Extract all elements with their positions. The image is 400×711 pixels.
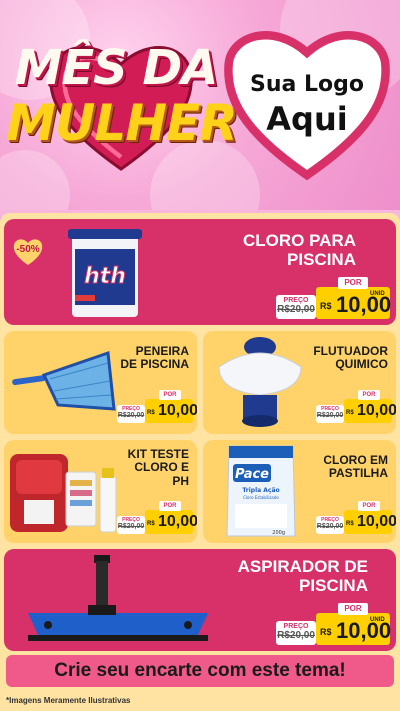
product-name-line: KIT TESTE — [127, 447, 189, 461]
product-card[interactable]: KIT TESTE CLORO E PH PREÇO R$20,00 POR R… — [4, 440, 197, 543]
product-name: KIT TESTE CLORO E PH — [109, 447, 189, 488]
product-name-line: QUIMICO — [335, 357, 388, 372]
currency: R$ — [147, 521, 155, 527]
product-name: PENEIRA DE PISCINA — [109, 344, 189, 372]
price-tag: PREÇO R$20,00 POR R$ 10,00 — [117, 501, 197, 536]
hth-brand-label: hth — [84, 264, 126, 289]
old-price: R$20,00 — [277, 630, 315, 641]
price-label: PREÇO — [283, 623, 309, 630]
disclaimer-text: *Imagens Meramente Ilustrativas — [6, 696, 131, 705]
currency: R$ — [320, 627, 332, 637]
product-card[interactable]: PENEIRA DE PISCINA PREÇO R$20,00 POR R$ … — [4, 331, 197, 434]
currency: R$ — [346, 410, 354, 416]
old-price: R$20,00 — [117, 523, 145, 530]
product-name-line: PH — [172, 473, 189, 488]
chlorine-bucket-image: hth — [68, 229, 142, 317]
new-price: 10,00 — [158, 513, 197, 530]
new-price-box: POR R$ 10,00 — [145, 501, 197, 534]
por-label: POR — [159, 390, 181, 400]
new-price-box: POR R$ 10,00 — [344, 501, 396, 534]
product-name: ASPIRADOR DE PISCINA — [188, 557, 368, 595]
pace-subtitle: Cloro Estabilizado — [243, 495, 279, 500]
pace-subtitle: Tripla Ação — [242, 487, 279, 494]
currency: R$ — [320, 301, 332, 311]
old-price-box: PREÇO R$20,00 — [276, 621, 316, 645]
currency: R$ — [147, 410, 155, 416]
title-block: MÊS DA MULHER — [6, 30, 238, 180]
old-price: R$20,00 — [316, 523, 344, 530]
por-label: POR — [159, 501, 181, 511]
old-price-box: PREÇO R$20,00 — [276, 295, 316, 319]
product-name-line: PISCINA — [299, 576, 368, 596]
old-price-box: PREÇO R$20,00 — [316, 516, 344, 534]
price-tag: PREÇO R$20,00 POR R$ 10,00 — [316, 501, 396, 536]
old-price-box: PREÇO R$20,00 — [117, 405, 145, 423]
price-tag: PREÇO R$20,00 POR R$ 10,00 UNID — [276, 277, 391, 321]
price-label: PREÇO — [283, 297, 309, 304]
footer: *Imagens Meramente Ilustrativas — [0, 691, 400, 711]
product-name-line: PASTILHA — [328, 466, 388, 481]
new-price: 10,00 — [357, 402, 396, 419]
por-label: POR — [358, 501, 380, 511]
pace-brand-label: Pace — [235, 467, 269, 482]
new-price-box: POR R$ 10,00 — [145, 390, 197, 423]
por-label: POR — [338, 277, 368, 289]
page-title: MÊS DA — [14, 40, 219, 96]
product-name: FLUTUADOR QUIMICO — [308, 344, 388, 372]
product-name-line: CLORO EM — [323, 453, 388, 467]
new-price: 10,00 — [357, 513, 396, 530]
por-label: POR — [358, 390, 380, 400]
product-name-line: ASPIRADOR DE — [237, 557, 368, 576]
old-price: R$20,00 — [117, 412, 145, 419]
product-name-line: FLUTUADOR — [313, 344, 388, 358]
hero-banner: MÊS DA MULHER Sua Logo Aqui — [0, 0, 400, 210]
test-kit-image — [10, 454, 117, 533]
product-name-line: CLORO PARA — [242, 231, 356, 250]
product-card[interactable]: ASPIRADOR DE PISCINA PREÇO R$20,00 POR R… — [4, 549, 396, 651]
product-name-line: PISCINA — [287, 250, 356, 270]
new-price-box: POR R$ 10,00 — [344, 390, 396, 423]
discount-heart-icon — [13, 239, 43, 265]
new-price-box: POR R$ 10,00 UNID — [316, 277, 391, 319]
cta-banner[interactable]: Crie seu encarte com este tema! — [6, 655, 394, 687]
product-name-line: PENEIRA — [135, 344, 189, 358]
old-price-box: PREÇO R$20,00 — [117, 516, 145, 534]
product-name-line: CLORO E — [134, 460, 189, 475]
page-subtitle: MULHER — [6, 94, 238, 152]
new-price-box: POR R$ 10,00 UNID — [316, 603, 391, 645]
old-price-box: PREÇO R$20,00 — [316, 405, 344, 423]
currency: R$ — [346, 521, 354, 527]
old-price: R$20,00 — [316, 412, 344, 419]
product-card[interactable]: Pace Tripla Ação Cloro Estabilizado 200g… — [203, 440, 396, 543]
chemical-floater-image — [218, 337, 302, 427]
product-card[interactable]: -50% hth CLORO PARA PISCINA PREÇO R$20,0… — [4, 219, 396, 325]
price-tag: PREÇO R$20,00 POR R$ 10,00 UNID — [276, 603, 391, 647]
new-price: 10,00 — [158, 402, 197, 419]
logo-placeholder-text: Sua Logo — [249, 72, 364, 97]
product-name-line: DE PISCINA — [120, 357, 189, 372]
product-name: CLORO EM PASTILHA — [308, 453, 388, 481]
product-name: CLORO PARA PISCINA — [176, 231, 356, 269]
unit-label: UNID — [370, 617, 385, 623]
unit-label: UNID — [370, 291, 385, 297]
chlorine-tablet-bag-image: Pace Tripla Ação Cloro Estabilizado 200g — [226, 445, 296, 537]
pace-weight: 200g — [272, 530, 285, 536]
price-tag: PREÇO R$20,00 POR R$ 10,00 — [117, 390, 197, 425]
old-price: R$20,00 — [277, 304, 315, 315]
pool-skimmer-net-image — [12, 350, 116, 411]
logo-placeholder-text: Aqui — [266, 100, 348, 138]
product-card[interactable]: FLUTUADOR QUIMICO PREÇO R$20,00 POR R$ 1… — [203, 331, 396, 434]
por-label: POR — [338, 603, 368, 615]
price-tag: PREÇO R$20,00 POR R$ 10,00 — [316, 390, 396, 425]
